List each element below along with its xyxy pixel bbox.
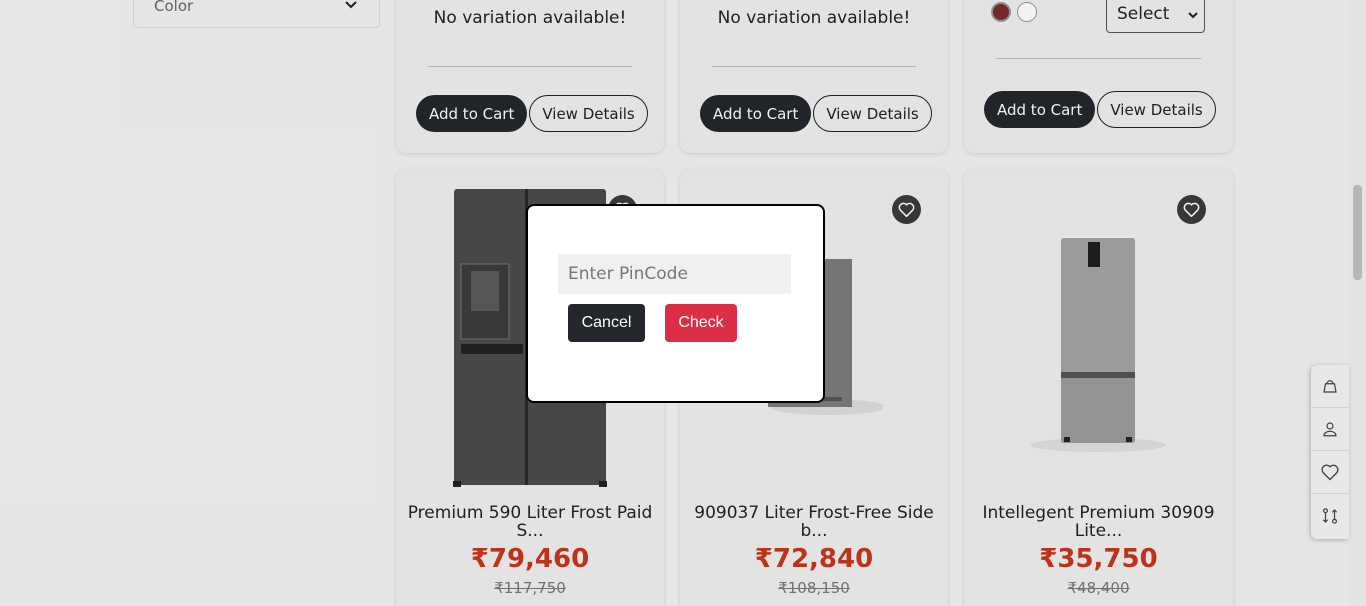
pincode-input[interactable]	[558, 254, 791, 294]
cancel-button[interactable]: Cancel	[568, 304, 645, 342]
check-button[interactable]: Check	[665, 304, 737, 342]
pincode-modal: Cancel Check	[526, 204, 825, 403]
